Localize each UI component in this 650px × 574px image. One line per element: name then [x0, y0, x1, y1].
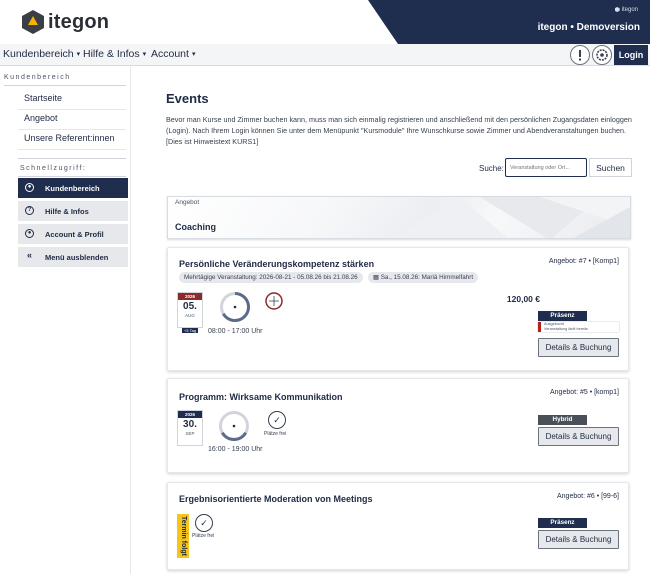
booked-notice: Ausgebucht Veranstaltung läuft bereits — [538, 322, 619, 332]
event-reference: Angebot: #6 • [99-6] — [557, 493, 619, 500]
user-icon: ● — [25, 183, 34, 192]
login-button[interactable]: Login — [614, 45, 648, 65]
nav-item-account[interactable]: Account ▾ — [151, 48, 195, 60]
sidebar-link-referentinnen[interactable]: Unsere Referent:innen — [24, 133, 115, 143]
event-reference: Angebot: #7 • [Komp1] — [548, 258, 619, 265]
quick-button-menu-hide[interactable]: «Menü ausblenden — [18, 247, 128, 267]
event-title[interactable]: Ergebnisorientierte Moderation von Meeti… — [179, 494, 373, 504]
checkmark-icon: ✓ — [268, 411, 286, 429]
page-title: Events — [166, 91, 209, 106]
format-badge: Hybrid — [538, 415, 587, 425]
brand-name: itegon • Demoversion — [537, 22, 640, 33]
category-label: Angebot — [175, 199, 200, 206]
sidebar-divider — [18, 129, 126, 130]
date-month: SEP — [185, 431, 195, 436]
format-badge: Präsenz — [538, 518, 587, 528]
event-price: 120,00 € — [506, 294, 540, 304]
search-input[interactable] — [505, 158, 587, 177]
event-title[interactable]: Programm: Wirksame Kommunikation — [179, 392, 342, 402]
logo-text[interactable]: itegon — [48, 11, 109, 34]
date-tile: 2026 30. SEP — [177, 410, 203, 446]
date-tile: 2026 05. AUG +3 Tag — [177, 292, 203, 333]
chevron-down-icon: ▾ — [191, 51, 196, 58]
places-available: Plätze frei — [192, 533, 215, 539]
brand-panel: itegon itegon • Demoversion — [368, 0, 650, 44]
category-pattern — [393, 197, 630, 238]
date-day: 05. — [183, 301, 197, 312]
exclamation-icon — [579, 50, 581, 61]
calendar-icon: ▦ — [373, 274, 381, 281]
gear-icon — [596, 49, 608, 61]
holiday-tag: ▦ Sa., 15.08.26: Mariä Himmelfahrt — [368, 272, 479, 283]
event-card: Persönliche Veränderungskompetenz stärke… — [167, 247, 629, 371]
chevron-down-icon: ▾ — [142, 51, 147, 58]
details-booking-button[interactable]: Details & Buchung — [538, 338, 619, 357]
event-reference: Angebot: #5 • [komp1] — [550, 389, 619, 396]
date-day: 30. — [183, 419, 197, 430]
event-card: Programm: Wirksame Kommunikation Angebot… — [167, 378, 629, 473]
info-button[interactable] — [570, 45, 590, 65]
date-year: 2026 — [178, 293, 202, 300]
multi-day-tag: Mehrtägige Veranstaltung: 2026-08-21 - 0… — [179, 272, 363, 283]
quick-button-kundenbereich[interactable]: ● Kundenbereich — [18, 178, 128, 198]
category-panel: Angebot Coaching — [167, 196, 631, 239]
sidebar-rule — [4, 85, 126, 86]
category-title: Coaching — [175, 222, 217, 232]
event-time: 16:00 - 19:00 Uhr — [208, 446, 263, 453]
places-available: Plätze frei — [264, 431, 287, 437]
sidebar-divider — [18, 149, 126, 150]
date-to-follow-badge: Termin folgt — [177, 514, 189, 558]
quick-button-account-profil[interactable]: ● Account & Profil — [18, 224, 128, 244]
checkmark-icon: ✓ — [195, 514, 213, 532]
top-navigation: Kundenbereich ▾ Hilfe & Infos ▾ Account ▾ L… — [0, 44, 650, 66]
brand-mini: itegon — [614, 7, 638, 13]
header: itegon itegon itegon • Demoversion — [0, 0, 650, 44]
event-title[interactable]: Persönliche Veränderungskompetenz stärke… — [179, 259, 374, 269]
sidebar-link-angebot[interactable]: Angebot — [24, 113, 58, 123]
sidebar-heading: Kundenbereich — [4, 74, 71, 81]
duration-badge: +3 Tag — [181, 328, 199, 333]
sidebar-link-startseite[interactable]: Startseite — [24, 93, 62, 103]
format-badge: Präsenz — [538, 311, 587, 321]
event-card: Ergebnisorientierte Moderation von Meeti… — [167, 482, 629, 570]
account-icon: ● — [25, 229, 34, 238]
help-icon: ? — [25, 206, 34, 215]
quick-button-hilfe-infos[interactable]: ? Hilfe & Infos — [18, 201, 128, 221]
details-booking-button[interactable]: Details & Buchung — [538, 530, 619, 549]
intro-text: Bevor man Kurse und Zimmer buchen kann, … — [166, 115, 632, 146]
search-button[interactable]: Suchen — [589, 158, 632, 177]
nav-item-kundenbereich[interactable]: Kundenbereich ▾ — [3, 48, 80, 60]
sidebar-rule — [18, 176, 126, 177]
double-chevron-left-icon: « — [26, 250, 32, 260]
booked-status-icon — [265, 292, 283, 310]
event-time: 08:00 - 17:00 Uhr — [208, 328, 263, 335]
clock-icon — [219, 411, 249, 441]
sidebar-divider — [18, 109, 126, 110]
sidebar: Kundenbereich Startseite Angebot Unsere … — [0, 67, 131, 574]
search-label: Suche: — [479, 164, 504, 173]
itegon-logo-icon — [22, 10, 44, 34]
quick-access-heading: Schnellzugriff: — [20, 165, 87, 172]
details-booking-button[interactable]: Details & Buchung — [538, 427, 619, 446]
sidebar-rule — [18, 158, 126, 159]
settings-button[interactable] — [592, 45, 612, 65]
date-year: 2026 — [178, 411, 202, 418]
clock-icon — [220, 292, 251, 322]
nav-item-hilfe-infos[interactable]: Hilfe & Infos ▾ — [83, 48, 146, 60]
chevron-down-icon: ▾ — [76, 51, 81, 58]
